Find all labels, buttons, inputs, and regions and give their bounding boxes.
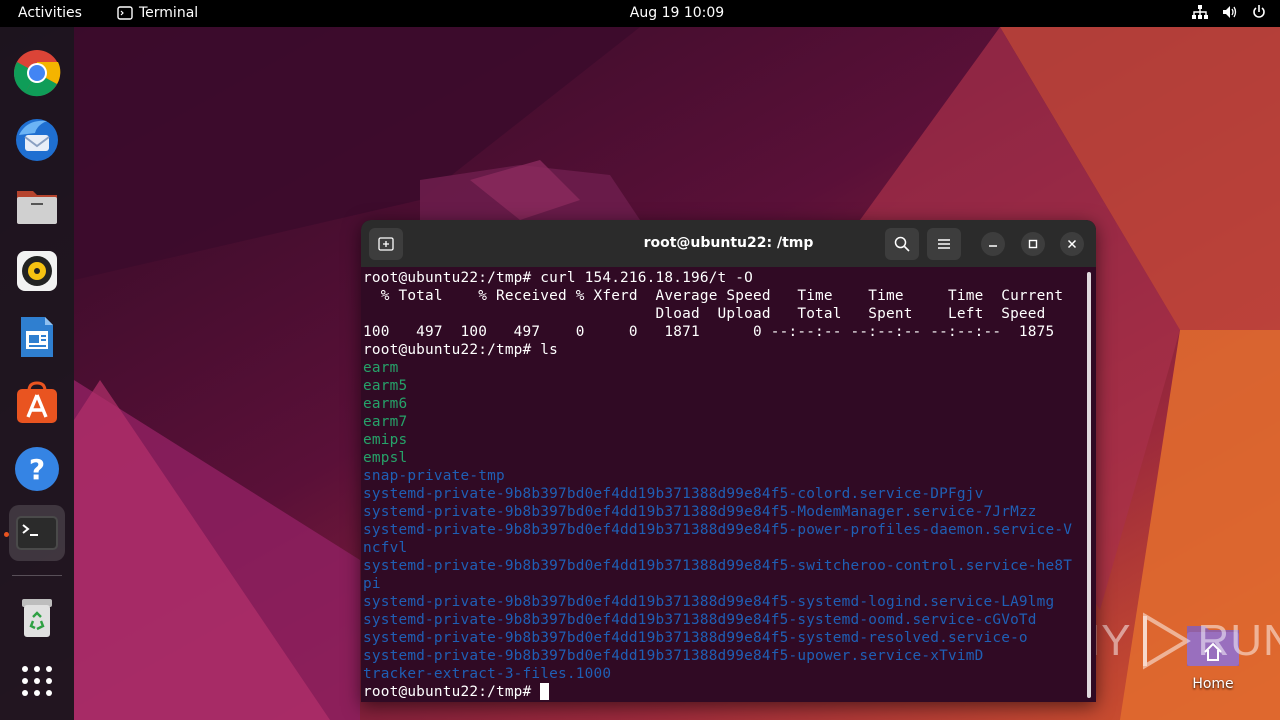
terminal-line-text: Dload Upload Total Spent Left Speed bbox=[363, 306, 1046, 322]
rhythmbox-icon bbox=[17, 251, 57, 291]
terminal-line: pi bbox=[363, 575, 1083, 593]
watermark-right: RUN bbox=[1197, 616, 1280, 665]
terminal-output[interactable]: root@ubuntu22:/tmp# curl 154.216.18.196/… bbox=[363, 269, 1083, 701]
network-icon bbox=[1192, 5, 1208, 19]
software-icon bbox=[17, 381, 57, 423]
terminal-line: root@ubuntu22:/tmp# ls bbox=[363, 341, 1083, 359]
terminal-line: earm7 bbox=[363, 413, 1083, 431]
dock-chrome[interactable] bbox=[9, 45, 65, 101]
terminal-line: systemd-private-9b8b397bd0ef4dd19b371388… bbox=[363, 647, 1083, 665]
terminal-line: emips bbox=[363, 431, 1083, 449]
dock-separator bbox=[12, 575, 62, 576]
terminal-line: % Total % Received % Xferd Average Speed… bbox=[363, 287, 1083, 305]
power-icon bbox=[1253, 5, 1265, 18]
terminal-line: earm5 bbox=[363, 377, 1083, 395]
dock: ? bbox=[0, 27, 74, 720]
terminal-line-text: earm7 bbox=[363, 414, 408, 430]
terminal-line: systemd-private-9b8b397bd0ef4dd19b371388… bbox=[363, 521, 1083, 539]
dock-writer[interactable] bbox=[9, 309, 65, 365]
terminal-line: root@ubuntu22:/tmp# bbox=[363, 683, 1083, 701]
terminal-line: Dload Upload Total Spent Left Speed bbox=[363, 305, 1083, 323]
terminal-line: tracker-extract-3-files.1000 bbox=[363, 665, 1083, 683]
terminal-line: earm6 bbox=[363, 395, 1083, 413]
terminal-line-text: earm6 bbox=[363, 396, 408, 412]
terminal-icon bbox=[16, 516, 58, 550]
dock-trash[interactable] bbox=[9, 589, 65, 645]
dock-help[interactable]: ? bbox=[9, 441, 65, 497]
terminal-line: 100 497 100 497 0 0 1871 0 --:--:-- --:-… bbox=[363, 323, 1083, 341]
chrome-icon bbox=[13, 50, 61, 97]
writer-icon bbox=[21, 317, 53, 357]
maximize-button[interactable] bbox=[1021, 232, 1045, 256]
thunderbird-icon bbox=[16, 119, 58, 161]
terminal-line: systemd-private-9b8b397bd0ef4dd19b371388… bbox=[363, 503, 1083, 521]
minimize-button[interactable] bbox=[981, 232, 1005, 256]
terminal-line-text: 100 497 100 497 0 0 1871 0 --:--:-- --:-… bbox=[363, 324, 1055, 340]
terminal-line: earm bbox=[363, 359, 1083, 377]
hamburger-menu-icon bbox=[938, 239, 950, 249]
app-grid-icon bbox=[22, 666, 52, 696]
terminal-cursor bbox=[540, 683, 550, 700]
terminal-headerbar[interactable]: root@ubuntu22: /tmp bbox=[361, 220, 1096, 267]
top-bar: Activities Terminal Aug 19 10:09 bbox=[0, 0, 1280, 27]
terminal-line: empsl bbox=[363, 449, 1083, 467]
terminal-line: root@ubuntu22:/tmp# curl 154.216.18.196/… bbox=[363, 269, 1083, 287]
terminal-line-text: systemd-private-9b8b397bd0ef4dd19b371388… bbox=[363, 504, 1037, 520]
dock-rhythmbox[interactable] bbox=[9, 243, 65, 299]
terminal-line-text: empsl bbox=[363, 450, 408, 466]
close-button[interactable] bbox=[1060, 232, 1084, 256]
dock-ubuntu-software[interactable] bbox=[9, 375, 65, 431]
close-icon bbox=[1067, 239, 1077, 249]
terminal-line-text: systemd-private-9b8b397bd0ef4dd19b371388… bbox=[363, 630, 1028, 646]
help-icon: ? bbox=[15, 447, 59, 491]
terminal-scrollbar[interactable] bbox=[1087, 272, 1091, 698]
terminal-line: systemd-private-9b8b397bd0ef4dd19b371388… bbox=[363, 557, 1083, 575]
dock-show-applications[interactable] bbox=[9, 653, 65, 709]
terminal-line-text: root@ubuntu22:/tmp# ls bbox=[363, 342, 559, 358]
terminal-line-text: earm bbox=[363, 360, 399, 376]
terminal-line: systemd-private-9b8b397bd0ef4dd19b371388… bbox=[363, 485, 1083, 503]
terminal-line-text: tracker-extract-3-files.1000 bbox=[363, 666, 612, 682]
terminal-line: systemd-private-9b8b397bd0ef4dd19b371388… bbox=[363, 629, 1083, 647]
dock-terminal[interactable] bbox=[9, 505, 65, 561]
dock-files[interactable] bbox=[9, 177, 65, 233]
terminal-line: snap-private-tmp bbox=[363, 467, 1083, 485]
volume-icon bbox=[1223, 6, 1237, 18]
trash-icon bbox=[22, 599, 52, 637]
terminal-line-text: systemd-private-9b8b397bd0ef4dd19b371388… bbox=[363, 558, 1073, 574]
svg-text:?: ? bbox=[29, 453, 45, 486]
terminal-line: systemd-private-9b8b397bd0ef4dd19b371388… bbox=[363, 611, 1083, 629]
terminal-line-text: pi bbox=[363, 576, 381, 592]
desktop-home-label: Home bbox=[1192, 676, 1234, 692]
terminal-line-text: systemd-private-9b8b397bd0ef4dd19b371388… bbox=[363, 648, 984, 664]
terminal-line-text: systemd-private-9b8b397bd0ef4dd19b371388… bbox=[363, 486, 984, 502]
dock-thunderbird[interactable] bbox=[9, 111, 65, 167]
play-logo-icon bbox=[1143, 612, 1192, 670]
terminal-line-text: systemd-private-9b8b397bd0ef4dd19b371388… bbox=[363, 594, 1055, 610]
terminal-line-text: snap-private-tmp bbox=[363, 468, 505, 484]
clock[interactable]: Aug 19 10:09 bbox=[0, 5, 1280, 21]
files-icon bbox=[17, 191, 57, 224]
maximize-icon bbox=[1028, 239, 1038, 249]
terminal-line-text: ncfvl bbox=[363, 540, 408, 556]
terminal-line-text: % Total % Received % Xferd Average Speed… bbox=[363, 288, 1064, 304]
terminal-line-text: systemd-private-9b8b397bd0ef4dd19b371388… bbox=[363, 612, 1037, 628]
search-icon bbox=[894, 236, 910, 252]
menu-button[interactable] bbox=[927, 228, 961, 260]
terminal-line: systemd-private-9b8b397bd0ef4dd19b371388… bbox=[363, 593, 1083, 611]
search-button[interactable] bbox=[885, 228, 919, 260]
terminal-line-text: root@ubuntu22:/tmp# curl 154.216.18.196/… bbox=[363, 270, 754, 286]
terminal-line-text: earm5 bbox=[363, 378, 408, 394]
terminal-line-text: root@ubuntu22:/tmp# bbox=[363, 684, 541, 700]
system-tray[interactable] bbox=[1192, 5, 1266, 19]
minimize-icon bbox=[989, 245, 997, 247]
terminal-window[interactable]: root@ubuntu22: /tmp root@ubuntu22:/tmp# … bbox=[361, 220, 1096, 702]
terminal-line-text: systemd-private-9b8b397bd0ef4dd19b371388… bbox=[363, 522, 1073, 538]
terminal-line-text: emips bbox=[363, 432, 408, 448]
terminal-line: ncfvl bbox=[363, 539, 1083, 557]
